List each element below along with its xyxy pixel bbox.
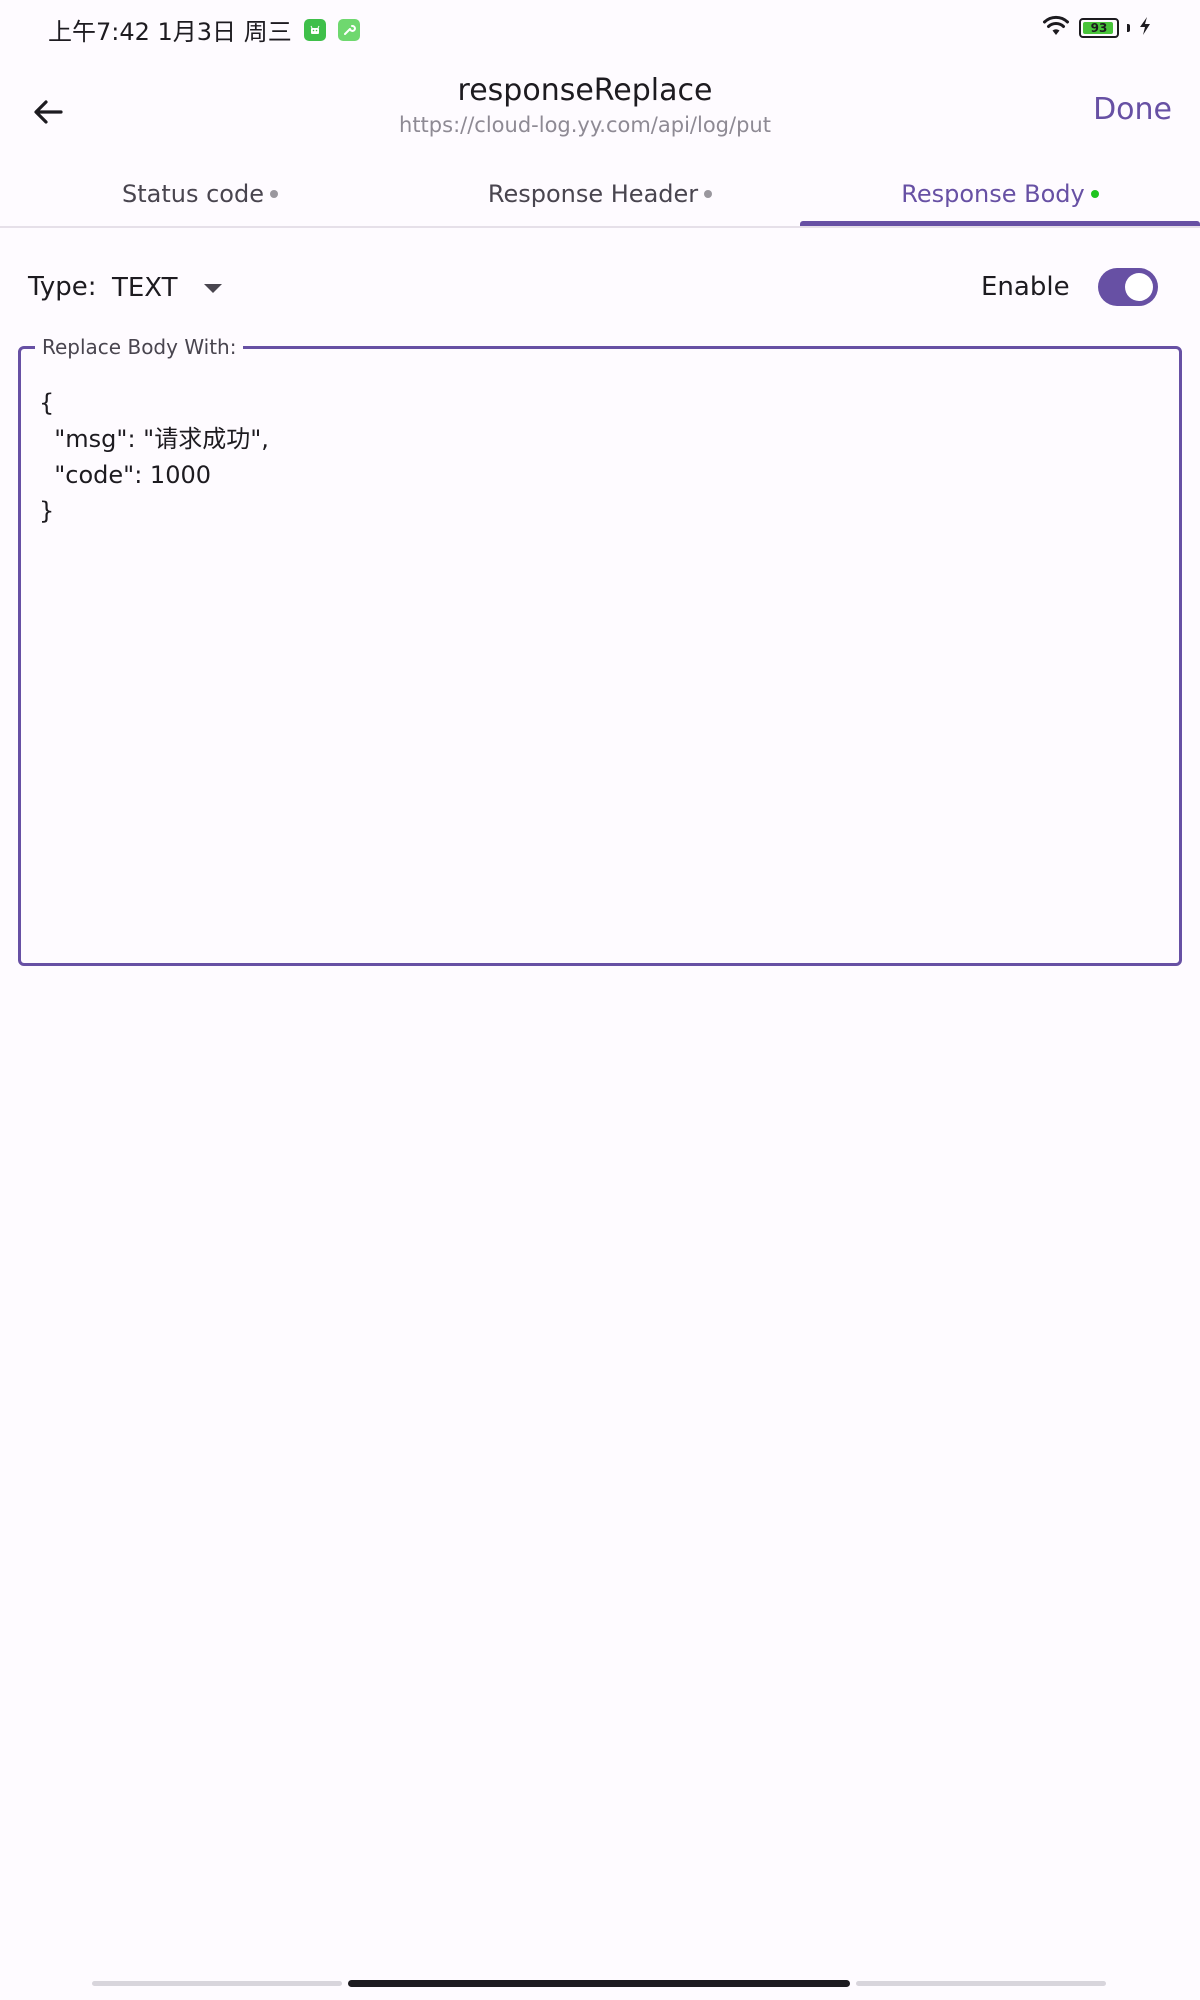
tab-status-code[interactable]: Status code: [0, 160, 400, 228]
enable-switch[interactable]: [1098, 268, 1158, 306]
enable-label: Enable: [981, 272, 1070, 302]
tool-icon: [337, 18, 360, 41]
home-indicator[interactable]: [348, 1980, 850, 1987]
page-title: responseReplace: [457, 73, 713, 108]
type-dropdown[interactable]: TEXT: [112, 264, 222, 312]
status-time: 上午7:42 1月3日 周三: [48, 18, 292, 46]
controls-row: Type: TEXT Enable: [0, 250, 1200, 326]
wifi-icon: [1041, 14, 1071, 42]
type-value: TEXT: [112, 273, 178, 303]
replace-body-field[interactable]: Replace Body With: { "msg": "请求成功", "cod…: [18, 333, 1182, 966]
nav-track-right: [856, 1981, 1106, 1986]
title-block: responseReplace https://cloud-log.yy.com…: [300, 72, 870, 140]
app-bar: responseReplace https://cloud-log.yy.com…: [0, 60, 1200, 160]
tab-status-dot: [704, 190, 713, 198]
tab-label: Response Header: [487, 180, 699, 208]
tab-status-dot: [269, 190, 278, 198]
request-url: https://cloud-log.yy.com/api/log/put: [399, 113, 771, 137]
tab-status-dot: [1090, 190, 1099, 198]
tab-label: Response Body: [901, 180, 1085, 208]
battery-icon: 93: [1079, 18, 1119, 38]
status-bar: 上午7:42 1月3日 周三 93: [0, 0, 1200, 60]
tab-indicator: [800, 221, 1200, 226]
switch-knob: [1125, 273, 1153, 301]
body-text[interactable]: { "msg": "请求成功", "code": 1000 }: [39, 385, 1159, 529]
battery-cap: [1127, 24, 1130, 32]
back-button[interactable]: [22, 86, 74, 138]
type-label: Type:: [28, 272, 97, 302]
tab-response-body[interactable]: Response Body: [800, 160, 1200, 228]
charging-icon: [1138, 16, 1152, 40]
app-screen: 上午7:42 1月3日 周三 93 responseReplace https:…: [0, 0, 1200, 2000]
android-icon: [303, 18, 326, 41]
nav-track-left: [92, 1981, 342, 1986]
dropdown-arrow-icon: [203, 283, 222, 293]
battery-level: 93: [1090, 21, 1108, 35]
tab-bar: Status code Response Header Response Bod…: [0, 160, 1200, 228]
arrow-back-icon: [34, 100, 63, 124]
status-right: 93: [1041, 14, 1152, 42]
field-label: Replace Body With:: [35, 333, 244, 361]
tab-label: Status code: [122, 180, 264, 208]
tab-response-header[interactable]: Response Header: [400, 160, 800, 228]
done-button[interactable]: Done: [1087, 88, 1178, 131]
status-left: 上午7:42 1月3日 周三: [48, 12, 360, 47]
